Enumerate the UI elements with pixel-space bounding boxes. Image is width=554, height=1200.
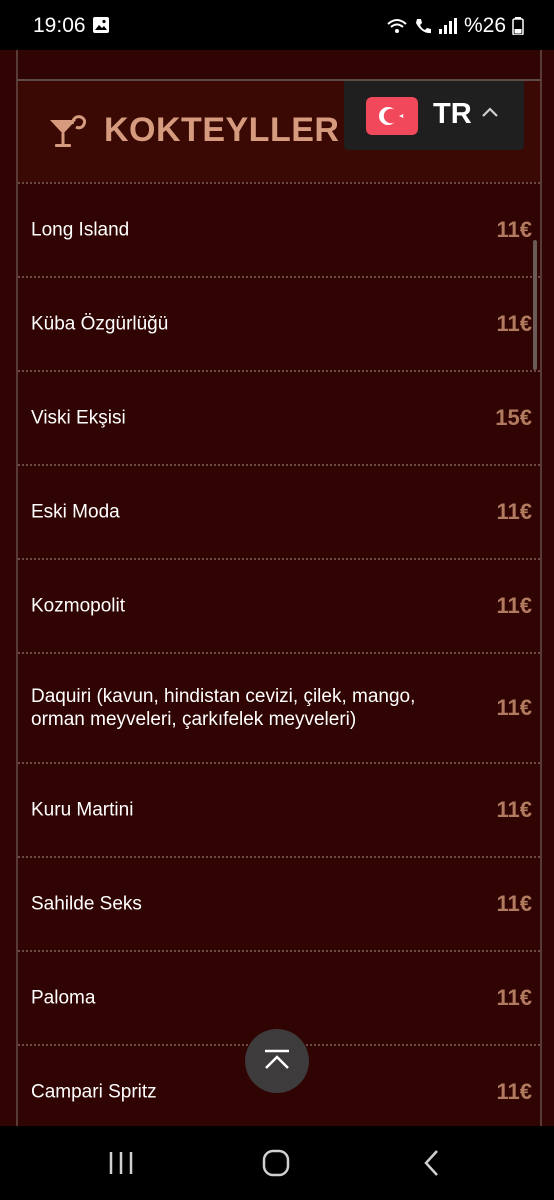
signal-icon [438, 18, 457, 34]
navigation-bar [0, 1126, 554, 1200]
item-price: 11€ [496, 891, 533, 916]
cocktail-list: Long Island 11€ Küba Özgürlüğü 11€ Viski… [18, 184, 540, 1126]
battery-percent: %26 [463, 14, 506, 37]
language-code: TR [433, 98, 472, 130]
list-item[interactable]: Kozmopolit 11€ [18, 560, 540, 654]
gallery-icon [93, 17, 109, 33]
chevron-up-icon [482, 107, 498, 117]
item-name: Küba Özgürlüğü [31, 313, 169, 335]
list-item[interactable]: Daquiri (kavun, hindistan cevizi, çilek,… [18, 654, 540, 764]
item-price: 11€ [496, 217, 533, 242]
previous-section-frame [16, 50, 542, 81]
language-selector[interactable]: TR [344, 81, 524, 150]
recent-apps-icon[interactable] [106, 1148, 136, 1178]
section-title: KOKTEYLLER [104, 111, 340, 149]
status-bar: 19:06 %26 [0, 0, 554, 50]
list-item[interactable]: Küba Özgürlüğü 11€ [18, 278, 540, 372]
scroll-top-icon [265, 1049, 289, 1069]
item-name: Sahilde Seks [31, 893, 142, 915]
item-price: 11€ [496, 499, 533, 524]
list-item[interactable]: Long Island 11€ [18, 184, 540, 278]
battery-icon [512, 17, 524, 35]
item-price: 11€ [496, 311, 533, 336]
item-price: 11€ [496, 593, 533, 618]
cocktail-glass-icon [50, 115, 87, 147]
menu-page: KOKTEYLLER TR Long Island 11€ Küba Özgür… [0, 50, 554, 1126]
item-price: 11€ [496, 797, 533, 822]
item-name: Kozmopolit [31, 595, 125, 617]
item-price: 11€ [496, 1079, 533, 1104]
status-time: 19:06 [33, 14, 86, 37]
phone-wifi-icon [415, 19, 431, 34]
scrollbar[interactable] [533, 240, 537, 370]
item-price: 11€ [496, 695, 533, 720]
scroll-to-top-button[interactable] [245, 1029, 309, 1093]
status-icons: %26 [386, 14, 524, 38]
item-name: Viski Ekşisi [31, 407, 126, 429]
cocktails-panel: KOKTEYLLER TR Long Island 11€ Küba Özgür… [16, 81, 542, 1126]
turkey-flag-icon [366, 97, 418, 135]
item-name: Long Island [31, 219, 130, 241]
list-item[interactable]: Eski Moda 11€ [18, 466, 540, 560]
list-item[interactable]: Kuru Martini 11€ [18, 764, 540, 858]
back-icon[interactable] [418, 1148, 448, 1178]
home-icon[interactable] [261, 1148, 291, 1178]
item-name: Paloma [31, 987, 96, 1009]
item-name: Campari Spritz [31, 1081, 157, 1103]
item-name: Kuru Martini [31, 799, 134, 821]
item-name: Eski Moda [31, 501, 120, 523]
wifi-call-icon [387, 19, 407, 33]
list-item[interactable]: Viski Ekşisi 15€ [18, 372, 540, 466]
item-name: Daquiri (kavun, hindistan cevizi, çilek,… [31, 686, 416, 730]
item-price: 11€ [496, 985, 533, 1010]
item-price: 15€ [495, 405, 532, 430]
list-item[interactable]: Sahilde Seks 11€ [18, 858, 540, 952]
section-header: KOKTEYLLER TR [18, 81, 540, 182]
